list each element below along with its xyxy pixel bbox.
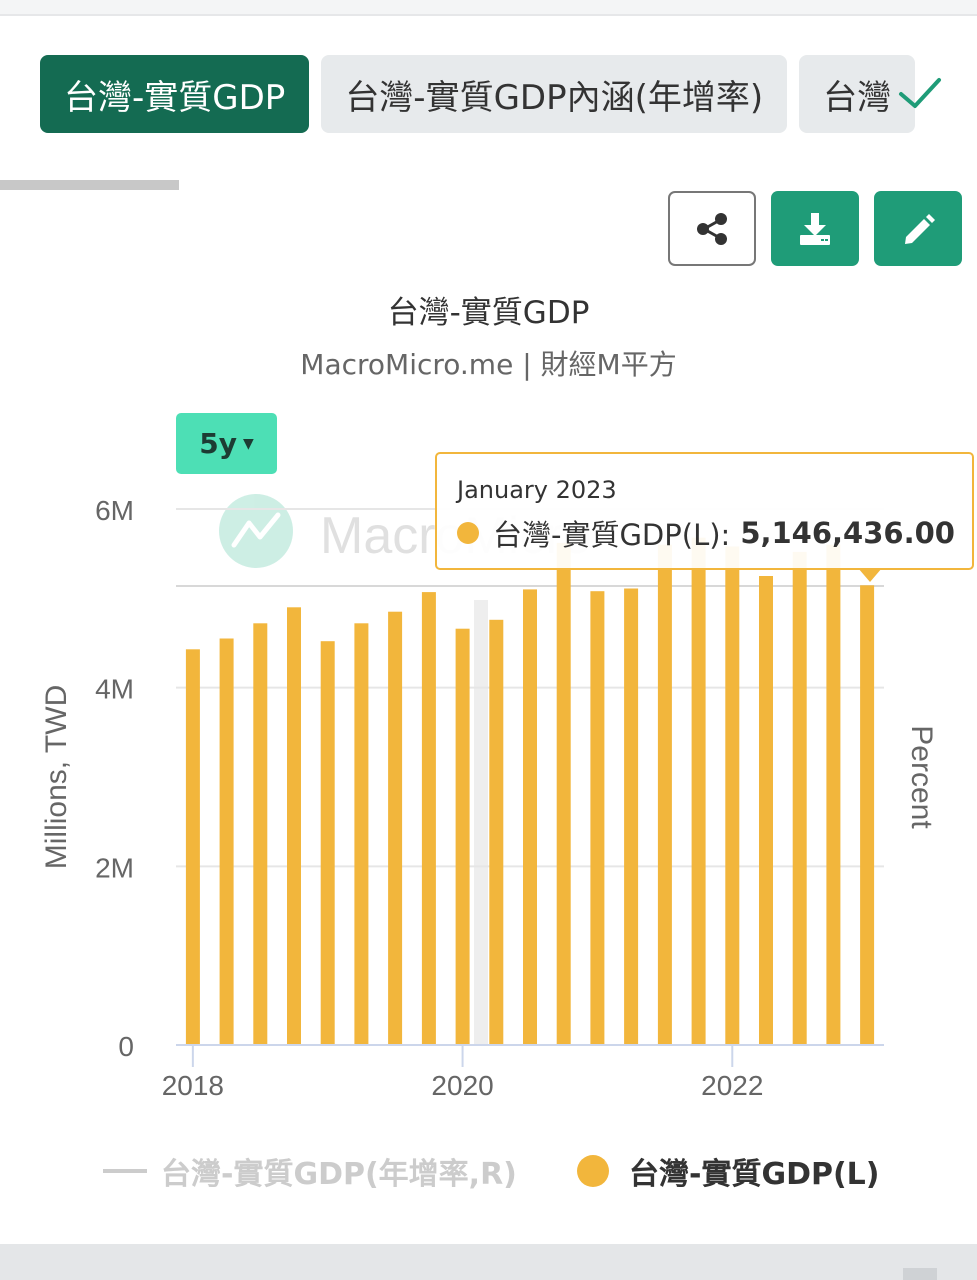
y-axis-label-right: Percent [905,725,938,829]
bar-2020-q1[interactable] [455,628,470,1045]
share-button[interactable] [668,191,756,266]
bar-2020-q3[interactable] [523,589,537,1045]
bar-2019-q1[interactable] [320,641,335,1045]
bar-2021-q2[interactable] [624,588,639,1046]
y-tick-label: 4M [95,674,134,705]
bar-2022-q3[interactable] [792,551,807,1045]
hover-band [474,600,488,1045]
y-tick-label: 0 [118,1031,134,1062]
scroll-progress-bar [0,180,179,190]
y-tick-label: 2M [95,852,134,883]
legend-label-real-gdp: 台灣-實質GDP(L) [629,1157,880,1192]
legend-label-yoy: 台灣-實質GDP(年增率,R) [161,1157,517,1192]
chart-tabs: 台灣-實質GDP 台灣-實質GDP內涵(年增率) 台灣 [40,55,944,135]
chart-tooltip: January 2023 台灣-實質GDP(L): 5,146,436.00 [435,452,974,570]
tab-taiwan-real-gdp-yoy[interactable]: 台灣-實質GDP內涵(年增率) [321,55,788,133]
check-icon [899,78,941,108]
y-axis-ticks: 0 2M 4M 6M [95,495,134,1062]
bar-2020-q2[interactable] [489,619,504,1045]
bar-2021-q4[interactable] [691,537,706,1045]
x-tick-label: 2018 [162,1070,224,1101]
y-axis-label-left: Millions, TWD [40,685,73,869]
bar-2018-q4[interactable] [287,607,301,1045]
download-button[interactable] [771,191,859,266]
bar-2022-q2[interactable] [759,576,773,1045]
bar-2022-q4[interactable] [826,544,841,1045]
legend-line-marker [103,1169,147,1173]
legend-item-real-gdp[interactable]: 台灣-實質GDP(L) [577,1148,880,1194]
tooltip-value: 5,146,436.00 [740,516,955,550]
bar-2022-q1[interactable] [725,546,740,1046]
download-icon [800,212,830,245]
range-selector-button[interactable]: 5y ▼ [176,413,277,474]
bar-2019-q3[interactable] [388,611,403,1045]
bar-2019-q2[interactable] [354,623,369,1045]
pencil-icon [905,213,935,244]
y-tick-label: 6M [95,495,134,526]
bar-2020-q4[interactable] [556,542,571,1045]
legend-item-yoy[interactable]: 台灣-實質GDP(年增率,R) [103,1148,517,1194]
x-axis-ticks: 2018 2020 2022 [162,1045,763,1101]
tooltip-date: January 2023 [457,476,617,504]
bar-2018-q3[interactable] [253,623,268,1045]
edit-button[interactable] [874,191,962,266]
chart-title: 台灣-實質GDP [387,295,590,331]
caret-down-icon: ▼ [242,435,254,452]
tooltip-row: 台灣-實質GDP(L): 5,146,436.00 [457,512,972,554]
bar-2023-q1[interactable] [860,585,875,1045]
bar-series[interactable] [185,537,875,1046]
bar-2018-q2[interactable] [219,638,234,1046]
bar-2018-q1[interactable] [185,649,200,1045]
tooltip-pointer [858,568,882,582]
chart-subtitle: MacroMicro.me | 財經M平方 [300,348,677,381]
tab-taiwan-real-gdp[interactable]: 台灣-實質GDP [40,55,310,133]
bar-2019-q4[interactable] [421,592,436,1045]
x-tick-label: 2022 [701,1070,763,1101]
bar-2021-q1[interactable] [590,591,605,1045]
top-divider [0,0,977,16]
footer-bar [0,1244,977,1280]
footer-handle [903,1268,937,1280]
share-icon [697,212,727,245]
x-tick-label: 2020 [431,1070,493,1101]
tooltip-series-label: 台灣-實質GDP(L): [493,518,731,552]
tooltip-series-dot [457,522,479,544]
legend-dot-marker [577,1155,609,1187]
bar-2021-q3[interactable] [657,544,672,1045]
range-selector-label: 5y [199,427,237,460]
